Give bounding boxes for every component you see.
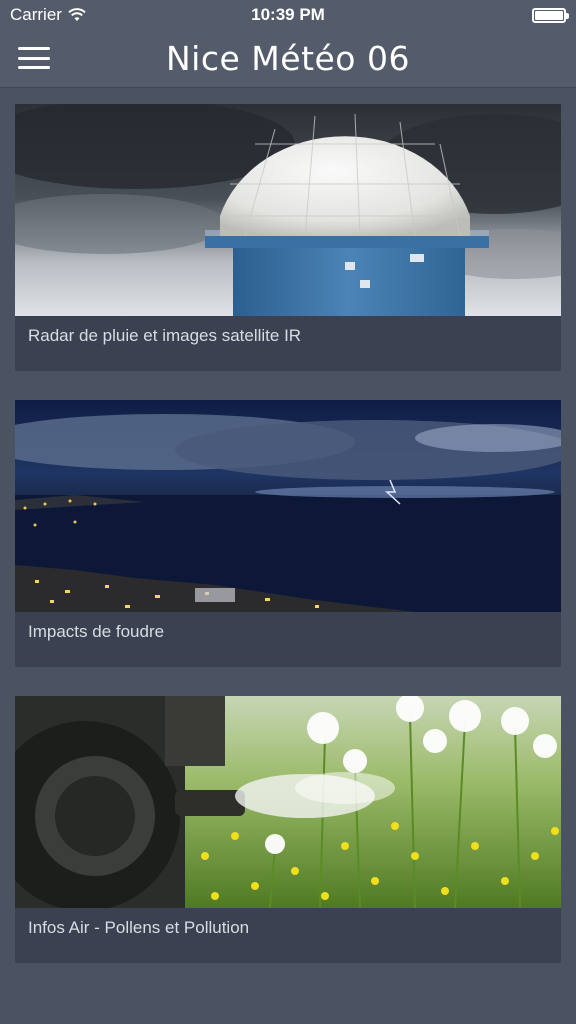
status-bar: Carrier 10:39 PM: [0, 0, 576, 30]
carrier-name: Carrier: [10, 5, 62, 24]
carrier-group: Carrier: [10, 5, 86, 25]
page-title: Nice Météo 06: [166, 39, 410, 78]
hamburger-menu-icon[interactable]: [18, 44, 50, 72]
card-air-label: Infos Air - Pollens et Pollution: [28, 918, 250, 937]
card-radar[interactable]: Radar de pluie et images satellite IR: [15, 104, 561, 371]
card-lightning-label: Impacts de foudre: [28, 622, 165, 641]
status-time: 10:39 PM: [251, 5, 325, 24]
card-list: Radar de pluie et images satellite IR Im…: [0, 88, 576, 1024]
radar-dome-image: [15, 104, 561, 316]
wifi-icon: [68, 8, 86, 21]
air-pollen-image: [15, 696, 561, 908]
card-radar-label: Radar de pluie et images satellite IR: [28, 326, 302, 345]
card-air[interactable]: Infos Air - Pollens et Pollution: [15, 696, 561, 963]
card-lightning[interactable]: Impacts de foudre: [15, 400, 561, 667]
battery-icon: [532, 7, 569, 23]
nav-bar: Nice Météo 06: [0, 30, 576, 88]
lightning-night-image: [15, 400, 561, 612]
